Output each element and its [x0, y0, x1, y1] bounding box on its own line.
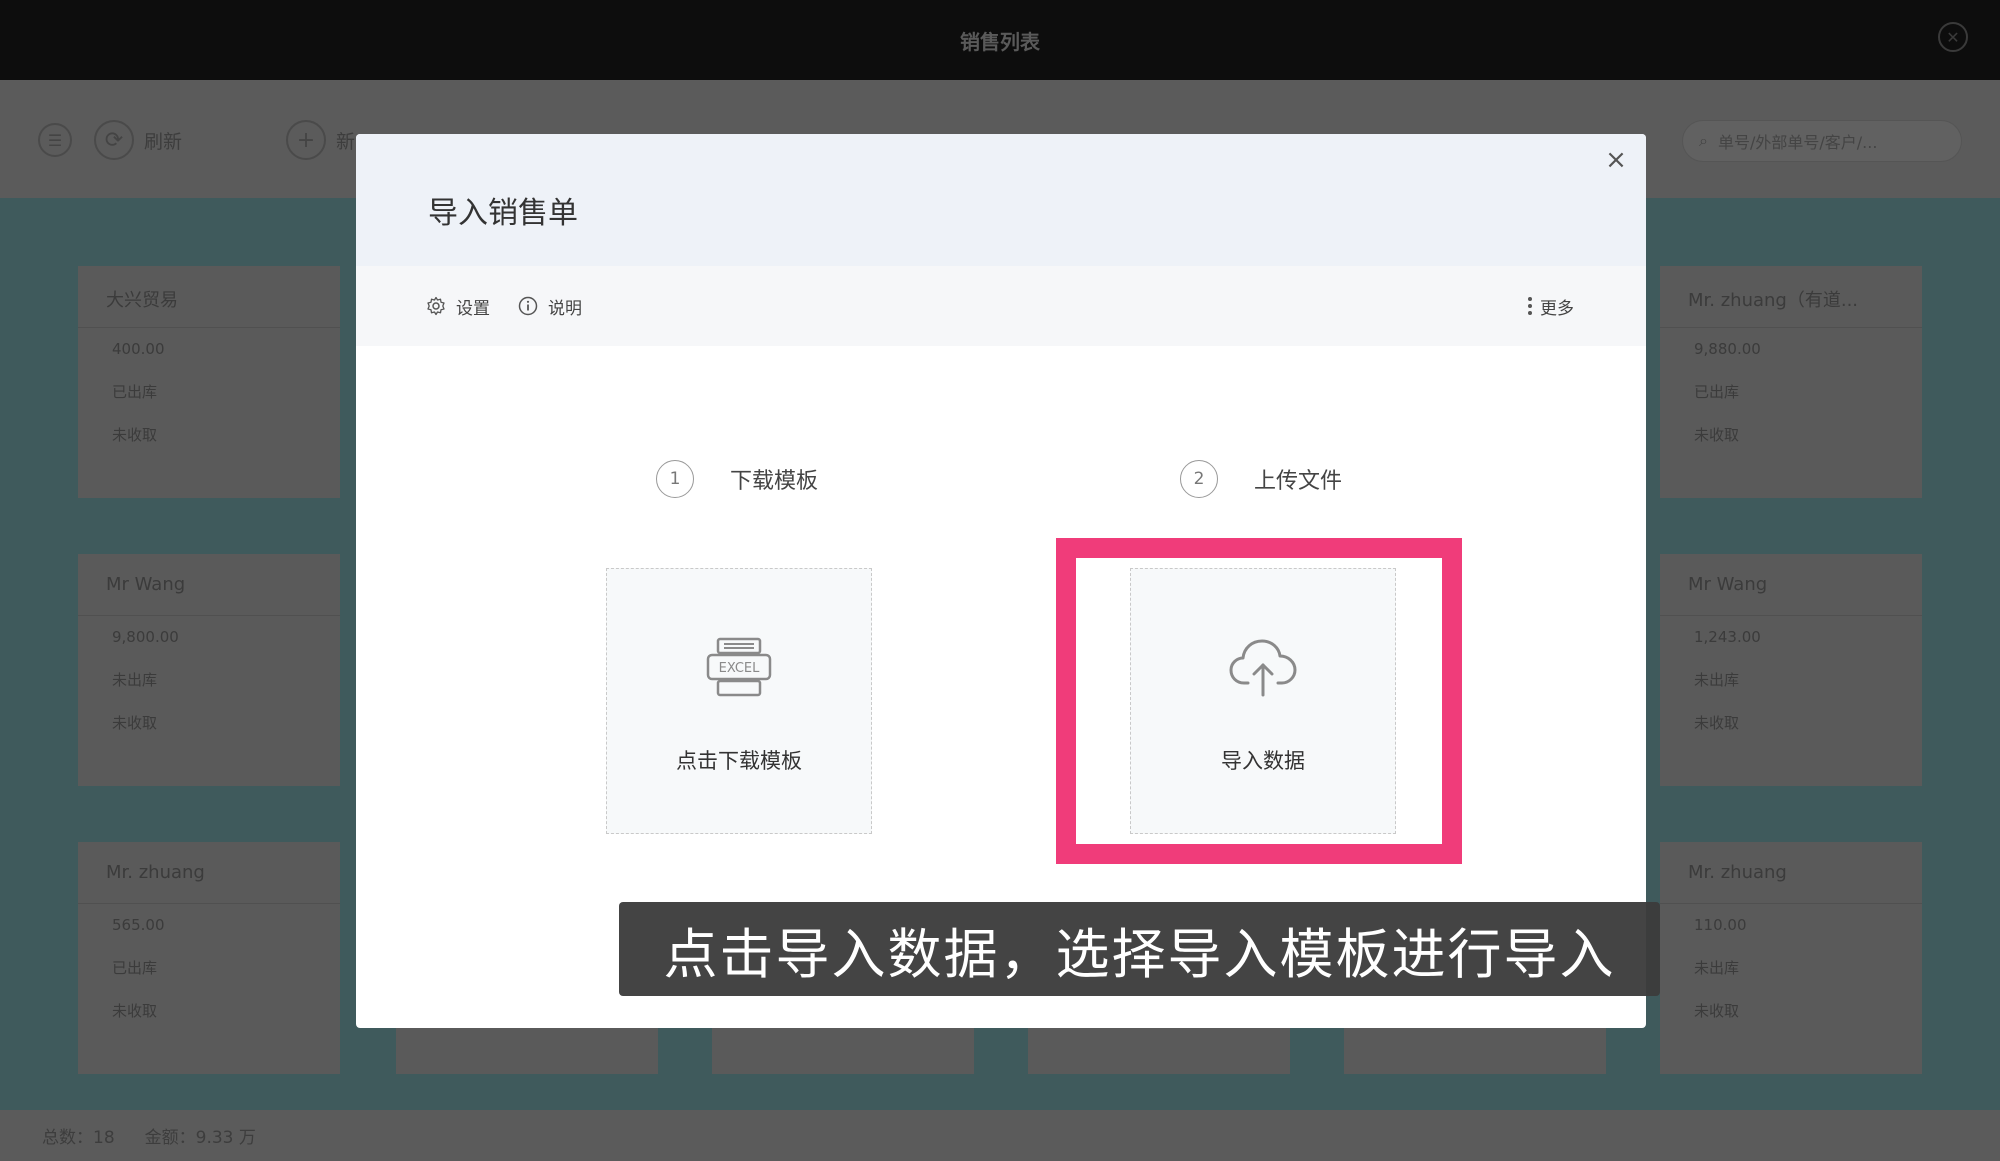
dialog-toolbar: 设置 说明 更多: [356, 266, 1646, 346]
status-footer: 总数：18 金额：9.33 万: [0, 1110, 2000, 1161]
import-dialog: 导入销售单 × 设置 说明 更多 1 下载模板 EXCEL 点击下载模板 2 上…: [356, 134, 1646, 1028]
plus-icon: +: [286, 120, 326, 160]
card-amount: 110.00: [1694, 916, 1747, 934]
video-subtitle: 点击导入数据，选择导入模板进行导入: [619, 902, 1660, 996]
card-amount: 9,800.00: [112, 628, 179, 646]
search-icon: ⌕: [1699, 131, 1708, 150]
highlight-frame: [1056, 538, 1462, 864]
sales-card[interactable]: Mr Wang 9,800.00 未出库 未收取: [78, 554, 340, 786]
help-button[interactable]: 说明: [518, 294, 582, 319]
dialog-title: 导入销售单: [428, 196, 578, 231]
step-upload-file: 2 上传文件: [1180, 460, 1342, 498]
list-view-button[interactable]: ☰: [38, 120, 72, 160]
card-payment-status: 未收取: [1694, 1002, 1740, 1020]
settings-button[interactable]: 设置: [426, 294, 490, 319]
info-icon: [518, 296, 538, 316]
excel-icon-text: EXCEL: [719, 661, 760, 676]
card-payment-status: 未收取: [1694, 714, 1740, 732]
more-vertical-icon: [1528, 297, 1532, 315]
card-amount: 565.00: [112, 916, 165, 934]
download-template-label: 点击下载模板: [676, 749, 802, 773]
close-icon[interactable]: ×: [1600, 144, 1632, 176]
more-button[interactable]: 更多: [1528, 266, 1574, 346]
window-titlebar: 销售列表 ✕: [0, 0, 2000, 80]
sales-card[interactable]: 大兴贸易 400.00 已出库 未收取: [78, 266, 340, 498]
card-customer: Mr. zhuang（有道...: [1660, 266, 1922, 328]
card-customer: Mr. zhuang: [1660, 842, 1922, 904]
add-button[interactable]: + 新: [286, 120, 355, 160]
card-stock-status: 未出库: [1694, 671, 1740, 689]
step-label: 上传文件: [1254, 469, 1343, 494]
settings-label: 设置: [456, 298, 490, 319]
sales-card[interactable]: Mr Wang 1,243.00 未出库 未收取: [1660, 554, 1922, 786]
card-stock-status: 已出库: [112, 959, 158, 977]
sales-card[interactable]: Mr. zhuang（有道... 9,880.00 已出库 未收取: [1660, 266, 1922, 498]
list-icon: ☰: [38, 123, 72, 157]
step-number: 2: [1180, 460, 1218, 498]
card-stock-status: 已出库: [112, 383, 158, 401]
total-count: 总数：18: [42, 1128, 115, 1148]
step-number: 1: [656, 460, 694, 498]
card-stock-status: 未出库: [112, 671, 158, 689]
card-payment-status: 未收取: [112, 1002, 158, 1020]
card-amount: 9,880.00: [1694, 340, 1761, 358]
sales-card[interactable]: Mr. zhuang 565.00 已出库 未收取: [78, 842, 340, 1074]
download-template-button[interactable]: EXCEL 点击下载模板: [606, 568, 872, 834]
search-placeholder: 单号/外部单号/客户/...: [1717, 133, 1878, 152]
card-amount: 400.00: [112, 340, 165, 358]
help-label: 说明: [548, 298, 582, 319]
refresh-label: 刷新: [144, 130, 183, 153]
refresh-icon: ⟳: [94, 120, 134, 160]
card-payment-status: 未收取: [112, 714, 158, 732]
card-amount: 1,243.00: [1694, 628, 1761, 646]
card-payment-status: 未收取: [1694, 426, 1740, 444]
card-customer: 大兴贸易: [78, 266, 340, 328]
window-title: 销售列表: [960, 29, 1040, 54]
card-customer: Mr. zhuang: [78, 842, 340, 904]
refresh-button[interactable]: ⟳ 刷新: [94, 120, 182, 160]
dialog-header: 导入销售单 ×: [356, 134, 1646, 266]
total-amount: 金额：9.33 万: [144, 1128, 256, 1148]
step-label: 下载模板: [730, 469, 819, 494]
card-customer: Mr Wang: [1660, 554, 1922, 616]
card-customer: Mr Wang: [78, 554, 340, 616]
window-close-icon[interactable]: ✕: [1938, 22, 1968, 52]
card-stock-status: 未出库: [1694, 959, 1740, 977]
card-payment-status: 未收取: [112, 426, 158, 444]
step-download-template: 1 下载模板: [656, 460, 818, 498]
add-label: 新: [336, 130, 356, 153]
gear-icon: [427, 296, 445, 316]
search-field[interactable]: ⌕ 单号/外部单号/客户/...: [1682, 120, 1962, 162]
more-label: 更多: [1540, 298, 1574, 319]
card-stock-status: 已出库: [1694, 383, 1740, 401]
sales-card[interactable]: Mr. zhuang 110.00 未出库 未收取: [1660, 842, 1922, 1074]
excel-file-icon: EXCEL: [706, 637, 772, 697]
